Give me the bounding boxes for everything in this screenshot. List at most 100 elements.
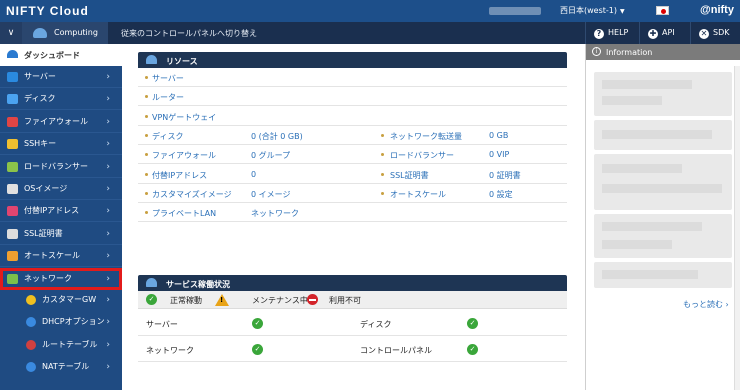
sidebar-item-4[interactable]: ロードバランサー › bbox=[0, 156, 122, 178]
resource-value[interactable]: 0 設定 bbox=[489, 189, 513, 200]
chevron-down-icon: ∨ bbox=[7, 28, 15, 38]
resource-link[interactable]: プライベートLAN bbox=[152, 208, 216, 219]
sidebar-item-3[interactable]: SSHキー › bbox=[0, 133, 122, 156]
sidebar-subitem-label: NATテーブル bbox=[42, 362, 90, 372]
switch-legacy-panel-link[interactable]: 従来のコントロールパネルへ切り替え bbox=[121, 28, 257, 39]
resource-link[interactable]: ネットワーク転送量 bbox=[390, 131, 462, 142]
resource-value[interactable]: 0 グループ bbox=[251, 150, 290, 161]
key-icon bbox=[7, 139, 18, 150]
network-icon bbox=[7, 273, 18, 284]
sidebar-item-label: オートスケール bbox=[24, 251, 80, 261]
sdk-button[interactable]: ✕ SDK bbox=[690, 22, 740, 44]
resource-value[interactable]: 0 イメージ bbox=[251, 189, 290, 200]
customer-gateway-icon bbox=[26, 295, 36, 305]
sidebar-subitem-2[interactable]: ルートテーブル › bbox=[0, 334, 122, 356]
bullet-icon bbox=[145, 114, 148, 118]
resource-row: プライベートLAN ネットワーク bbox=[138, 203, 567, 223]
help-icon: ? bbox=[594, 29, 604, 39]
bullet-icon bbox=[145, 191, 148, 195]
legend-maintenance: メンテナンス中 bbox=[252, 296, 308, 305]
news-item-redacted[interactable] bbox=[594, 72, 732, 116]
resource-value[interactable]: 0 GB bbox=[489, 131, 508, 140]
help-button[interactable]: ? HELP bbox=[585, 22, 639, 44]
sidebar-item-label: ネットワーク bbox=[24, 273, 72, 283]
region-label: 西日本(west-1) bbox=[560, 6, 617, 15]
sidebar-subitem-1[interactable]: DHCPオプション › bbox=[0, 311, 122, 333]
os-image-icon bbox=[7, 184, 18, 194]
chevron-right-icon: › bbox=[106, 273, 110, 284]
sidebar-item-9[interactable]: ネットワーク › bbox=[0, 267, 122, 290]
sidebar-item-1[interactable]: ディスク › bbox=[0, 88, 122, 111]
chevron-right-icon: › bbox=[106, 228, 110, 239]
resource-link[interactable]: ファイアウォール bbox=[152, 150, 216, 161]
news-item-redacted[interactable] bbox=[594, 214, 732, 258]
nifty-brand: @nifty bbox=[700, 4, 734, 16]
sidebar-item-5[interactable]: OSイメージ › bbox=[0, 178, 122, 200]
unavailable-icon bbox=[307, 294, 318, 305]
menu-toggle-button[interactable]: ∨ bbox=[0, 22, 22, 44]
sidebar-item-2[interactable]: ファイアウォール › bbox=[0, 111, 122, 133]
read-more-link[interactable]: もっと読む › bbox=[683, 299, 729, 310]
check-icon: ✓ bbox=[252, 344, 263, 355]
sidebar-item-7[interactable]: SSL証明書 › bbox=[0, 223, 122, 245]
bullet-icon bbox=[145, 76, 148, 79]
computing-label: Computing bbox=[54, 28, 98, 37]
resource-link[interactable]: VPNゲートウェイ bbox=[152, 112, 216, 123]
service-status-row: サーバー ✓ ディスク ✓ bbox=[138, 311, 567, 336]
resource-link[interactable]: ロードバランサー bbox=[390, 150, 454, 161]
firewall-icon bbox=[7, 116, 18, 127]
news-item-redacted[interactable] bbox=[594, 154, 732, 210]
resource-value[interactable]: 0 (合計 0 GB) bbox=[251, 131, 303, 142]
bullet-icon bbox=[381, 153, 384, 157]
region-selector[interactable]: 西日本(west-1) ▼ bbox=[560, 5, 625, 16]
sidebar-item-dashboard[interactable]: ダッシュボード bbox=[0, 44, 122, 66]
resource-link[interactable]: ルーター bbox=[152, 92, 184, 103]
service-name: ネットワーク bbox=[146, 346, 194, 355]
resource-link[interactable]: ディスク bbox=[152, 131, 183, 142]
chevron-right-icon: › bbox=[106, 161, 110, 172]
sidebar-item-0[interactable]: サーバー › bbox=[0, 66, 122, 88]
dashboard-label: ダッシュボード bbox=[24, 51, 80, 60]
sidebar-item-8[interactable]: オートスケール › bbox=[0, 245, 122, 268]
help-label: HELP bbox=[608, 28, 629, 37]
computing-tab[interactable]: Computing bbox=[22, 22, 108, 44]
resource-link[interactable]: サーバー bbox=[152, 73, 184, 84]
resource-link[interactable]: 付替IPアドレス bbox=[152, 170, 207, 181]
resource-row: ファイアウォール 0 グループ ロードバランサー 0 VIP bbox=[138, 145, 567, 165]
bullet-icon bbox=[145, 153, 148, 157]
resource-link[interactable]: オートスケール bbox=[390, 189, 446, 200]
sidebar-subitem-0[interactable]: カスタマーGW › bbox=[0, 289, 122, 311]
user-name-redacted[interactable] bbox=[489, 7, 541, 15]
information-header: i Information bbox=[586, 44, 740, 60]
sidebar-item-6[interactable]: 付替IPアドレス › bbox=[0, 200, 122, 223]
resource-value[interactable]: 0 証明書 bbox=[489, 170, 521, 181]
sidebar-subitem-3[interactable]: NATテーブル › bbox=[0, 356, 122, 378]
news-item-redacted[interactable] bbox=[594, 120, 732, 150]
news-item-redacted[interactable] bbox=[594, 262, 732, 288]
service-status-panel: サービス稼働状況 ✓ 正常稼動 ! メンテナンス中 利用不可 サーバー ✓ ディスク… bbox=[138, 275, 567, 375]
scrollbar[interactable] bbox=[734, 66, 740, 390]
resource-link[interactable]: カスタマイズイメージ bbox=[152, 189, 232, 200]
puzzle-icon: ✚ bbox=[648, 29, 658, 39]
sidebar-item-label: OSイメージ bbox=[24, 184, 68, 193]
dashboard-icon bbox=[7, 50, 18, 58]
chevron-right-icon: › bbox=[106, 251, 110, 262]
resource-link[interactable]: SSL証明書 bbox=[390, 170, 429, 181]
bullet-icon bbox=[145, 172, 148, 176]
resource-row: ルーター bbox=[138, 87, 567, 107]
resource-value[interactable]: 0 VIP bbox=[489, 150, 509, 159]
chevron-right-icon: › bbox=[106, 295, 110, 305]
information-title: Information bbox=[606, 48, 653, 57]
app-logo: NIFTY Cloud bbox=[6, 4, 89, 18]
information-panel: i Information bbox=[585, 44, 740, 390]
load-balancer-icon bbox=[7, 161, 18, 172]
japan-flag-icon[interactable] bbox=[656, 6, 669, 15]
dhcp-icon bbox=[26, 317, 36, 328]
check-icon: ✓ bbox=[467, 318, 478, 329]
sidebar-item-label: ファイアウォール bbox=[24, 116, 88, 126]
resource-value[interactable]: 0 bbox=[251, 170, 256, 179]
check-icon: ✓ bbox=[467, 344, 478, 355]
api-button[interactable]: ✚ API bbox=[639, 22, 690, 44]
resource-value[interactable]: ネットワーク bbox=[251, 208, 299, 219]
chevron-right-icon: › bbox=[106, 184, 110, 194]
